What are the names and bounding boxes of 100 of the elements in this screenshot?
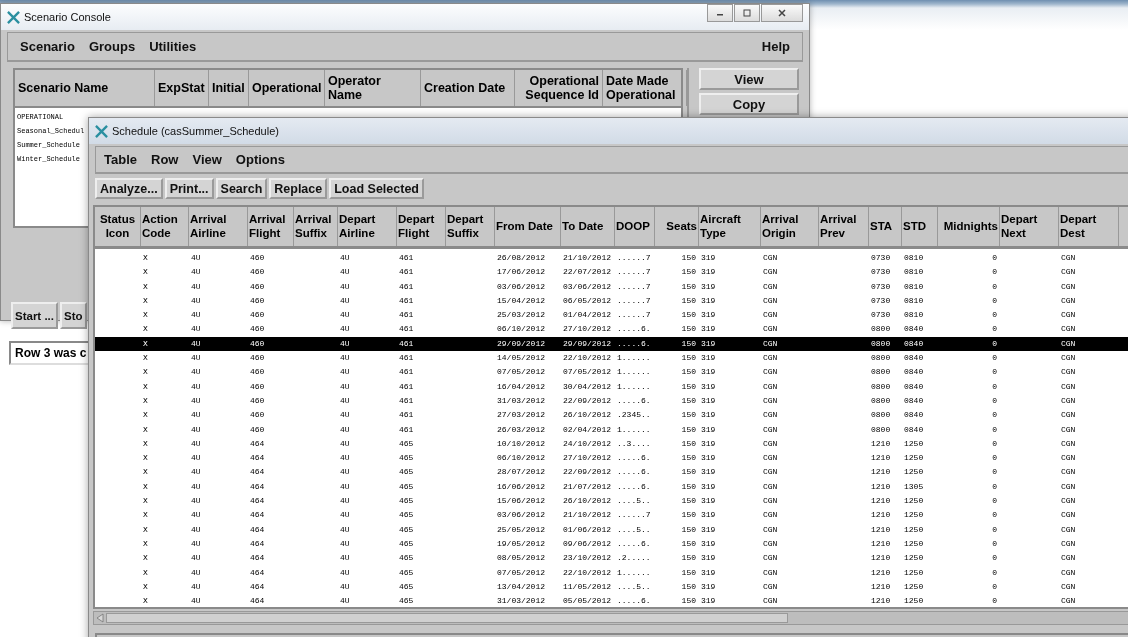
- column-header[interactable]: Action Code: [141, 207, 189, 246]
- menu-item[interactable]: Row: [151, 152, 179, 167]
- table-row[interactable]: X 4U 464 4U 465 25/05/2012 01/06/2012 ....5.. 150 319 CGN 1210 1250 0 CGN: [95, 522, 1128, 537]
- table-row[interactable]: X 4U 464 4U 465 10/10/2012 24/10/2012 ..3.... 150 319 CGN 1210 1250 0 CGN: [95, 436, 1128, 452]
- table-cell-text: 461: [398, 380, 414, 393]
- table-cell-text: CGN: [1060, 337, 1076, 350]
- table-row[interactable]: X 4U 460 4U 461 16/04/2012 30/04/2012 1...... 150 319 CGN 0800 0840 0 CGN: [95, 379, 1128, 394]
- column-header[interactable]: Depart Flight: [397, 207, 446, 246]
- table-cell-text: 02/04/2012: [562, 423, 611, 436]
- maximize-button[interactable]: [734, 4, 760, 22]
- table-row[interactable]: X 4U 460 4U 461 15/04/2012 06/05/2012 ......7 150 319 CGN 0730 0810 0 CGN: [95, 293, 1128, 309]
- menu-item[interactable]: Groups: [88, 39, 136, 54]
- left-arrow-icon[interactable]: [96, 613, 104, 623]
- table-cell-text: 319: [700, 380, 716, 393]
- toolbar-button[interactable]: Load Selected: [329, 178, 424, 199]
- table-cell-text: 1210: [870, 523, 891, 536]
- column-header[interactable]: To Date: [561, 207, 615, 246]
- table-row[interactable]: X 4U 464 4U 465 07/05/2012 22/10/2012 1...... 150 319 CGN 1210 1250 0 CGN: [95, 565, 1128, 580]
- table-row[interactable]: X 4U 460 4U 461 29/09/2012 29/09/2012 .....6. 150 319 CGN 0800 0840 0 CGN: [95, 336, 1128, 352]
- toolbar-button[interactable]: Analyze...: [95, 178, 163, 199]
- toolbar-button[interactable]: Search: [215, 178, 268, 199]
- action-button[interactable]: Copy: [699, 93, 799, 115]
- table-cell-text: 01/04/2012: [562, 309, 611, 322]
- table-cell-text: 0: [991, 537, 998, 550]
- table-cell-text: 31/03/2012: [496, 595, 545, 607]
- toolbar-button[interactable]: Print...: [164, 178, 214, 199]
- table-row[interactable]: X 4U 464 4U 465 13/04/2012 11/05/2012 ....5.. 150 319 CGN 1210 1250 0 CGN: [95, 579, 1128, 595]
- table-cell-text: 1250: [903, 509, 924, 522]
- column-header[interactable]: Depart Dest: [1059, 207, 1119, 246]
- table-cell-text: 465: [398, 595, 414, 607]
- menu-item[interactable]: Help: [761, 39, 790, 54]
- table-row[interactable]: X 4U 464 4U 465 06/10/2012 27/10/2012 .....6. 150 319 CGN 1210 1250 0 CGN: [95, 451, 1128, 466]
- scrollbar[interactable]: [93, 611, 1128, 625]
- column-header[interactable]: Arrival Flight: [248, 207, 294, 246]
- column-header[interactable]: STD: [902, 207, 938, 246]
- table-cell-text: 319: [700, 409, 716, 422]
- column-header[interactable]: Midnights: [938, 207, 1000, 246]
- column-header[interactable]: Creation Date: [421, 70, 515, 106]
- table-row[interactable]: X 4U 460 4U 461 26/03/2012 02/04/2012 1...... 150 319 CGN 0800 0840 0 CGN: [95, 422, 1128, 437]
- column-header[interactable]: Arrival Airline: [189, 207, 248, 246]
- table-row[interactable]: X 4U 464 4U 465 28/07/2012 22/09/2012 .....6. 150 319 CGN 1210 1250 0 CGN: [95, 465, 1128, 480]
- toolbar-button[interactable]: Replace: [269, 178, 328, 199]
- column-header[interactable]: Aircraft Type: [699, 207, 761, 246]
- table-row[interactable]: X 4U 460 4U 461 06/10/2012 27/10/2012 .....6. 150 319 CGN 0800 0840 0 CGN: [95, 322, 1128, 337]
- table-cell-text: 319: [700, 452, 716, 465]
- table-cell-text: 465: [398, 552, 414, 565]
- action-button[interactable]: Start ...: [11, 302, 58, 329]
- table-row[interactable]: X 4U 464 4U 465 08/05/2012 23/10/2012 .2..... 150 319 CGN 1210 1250 0 CGN: [95, 551, 1128, 566]
- column-header[interactable]: Arrival Suffix: [294, 207, 338, 246]
- table-cell-text: 464: [249, 466, 265, 479]
- column-header[interactable]: Operational: [249, 70, 325, 106]
- column-header[interactable]: Operational Sequence Id: [515, 70, 603, 106]
- table-cell-text: 461: [398, 352, 414, 365]
- table-cell-text: 1250: [903, 452, 924, 465]
- column-header[interactable]: DOOP: [615, 207, 655, 246]
- table-cell-text: 0840: [903, 337, 924, 350]
- table-cell-text: 4U: [339, 595, 350, 607]
- menu-item[interactable]: Scenario: [20, 39, 75, 54]
- minimize-button[interactable]: [707, 4, 733, 22]
- column-header[interactable]: Depart Next: [1000, 207, 1059, 246]
- column-header[interactable]: Arrival Prev: [819, 207, 869, 246]
- table-cell-text: 464: [249, 595, 265, 607]
- table-row[interactable]: X 4U 464 4U 465 03/06/2012 21/10/2012 ......7 150 319 CGN 1210 1250 0 CGN: [95, 508, 1128, 523]
- table-row[interactable]: X 4U 460 4U 461 27/03/2012 26/10/2012 .2345.. 150 319 CGN 0800 0840 0 CGN: [95, 408, 1128, 423]
- table-row[interactable]: X 4U 464 4U 465 15/06/2012 26/10/2012 ....5.. 150 319 CGN 1210 1250 0 CGN: [95, 494, 1128, 509]
- table-row[interactable]: X 4U 460 4U 461 07/05/2012 07/05/2012 1...... 150 319 CGN 0800 0840 0 CGN: [95, 365, 1128, 380]
- table-cell-text: 319: [700, 294, 716, 307]
- close-button[interactable]: [761, 4, 803, 22]
- menu-item[interactable]: Table: [104, 152, 137, 167]
- column-header[interactable]: STA: [869, 207, 902, 246]
- table-cell-text: 1210: [870, 437, 891, 450]
- menu-item[interactable]: Options: [235, 152, 285, 167]
- table-cell-text: 464: [249, 509, 265, 522]
- table-cell-text: 06/10/2012: [496, 452, 545, 465]
- column-header[interactable]: Depart Suffix: [446, 207, 495, 246]
- table-row[interactable]: X 4U 460 4U 461 31/03/2012 22/09/2012 .....6. 150 319 CGN 0800 0840 0 CGN: [95, 393, 1128, 409]
- column-header[interactable]: Arrival Origin: [761, 207, 819, 246]
- menu-item[interactable]: View: [192, 152, 222, 167]
- table-cell-text: 22/10/2012: [562, 566, 611, 579]
- table-cell-text: 1250: [903, 552, 924, 565]
- table-cell-text: 4U: [339, 466, 350, 479]
- table-row[interactable]: X 4U 464 4U 465 31/03/2012 05/05/2012 .....6. 150 319 CGN 1210 1250 0 CGN: [95, 594, 1128, 607]
- action-button[interactable]: View: [699, 68, 799, 90]
- column-header[interactable]: Seats: [655, 207, 699, 246]
- column-header[interactable]: Scenario Name: [15, 70, 155, 106]
- table-row[interactable]: X 4U 460 4U 461 17/06/2012 22/07/2012 ......7 150 319 CGN 0730 0810 0 CGN: [95, 265, 1128, 280]
- column-header[interactable]: ExpStat: [155, 70, 209, 106]
- table-row[interactable]: X 4U 460 4U 461 03/06/2012 03/06/2012 ......7 150 319 CGN 0730 0810 0 CGN: [95, 279, 1128, 294]
- table-row[interactable]: X 4U 460 4U 461 26/08/2012 21/10/2012 ......7 150 319 CGN 0730 0810 0 CGN: [95, 251, 1128, 266]
- table-row[interactable]: X 4U 460 4U 461 25/03/2012 01/04/2012 ......7 150 319 CGN 0730 0810 0 CGN: [95, 308, 1128, 323]
- column-header[interactable]: Status Icon: [95, 207, 141, 246]
- column-header[interactable]: Depart Airline: [338, 207, 397, 246]
- column-header[interactable]: Initial: [209, 70, 249, 106]
- table-row[interactable]: X 4U 464 4U 465 16/06/2012 21/07/2012 .....6. 150 319 CGN 1210 1305 0 CGN: [95, 479, 1128, 495]
- column-header[interactable]: From Date: [495, 207, 561, 246]
- table-cell-text: 461: [398, 252, 414, 264]
- column-header[interactable]: Operator Name: [325, 70, 421, 106]
- table-row[interactable]: X 4U 464 4U 465 19/05/2012 09/06/2012 .....6. 150 319 CGN 1210 1250 0 CGN: [95, 536, 1128, 552]
- menu-item[interactable]: Utilities: [149, 39, 197, 54]
- action-button[interactable]: Sto: [60, 302, 87, 329]
